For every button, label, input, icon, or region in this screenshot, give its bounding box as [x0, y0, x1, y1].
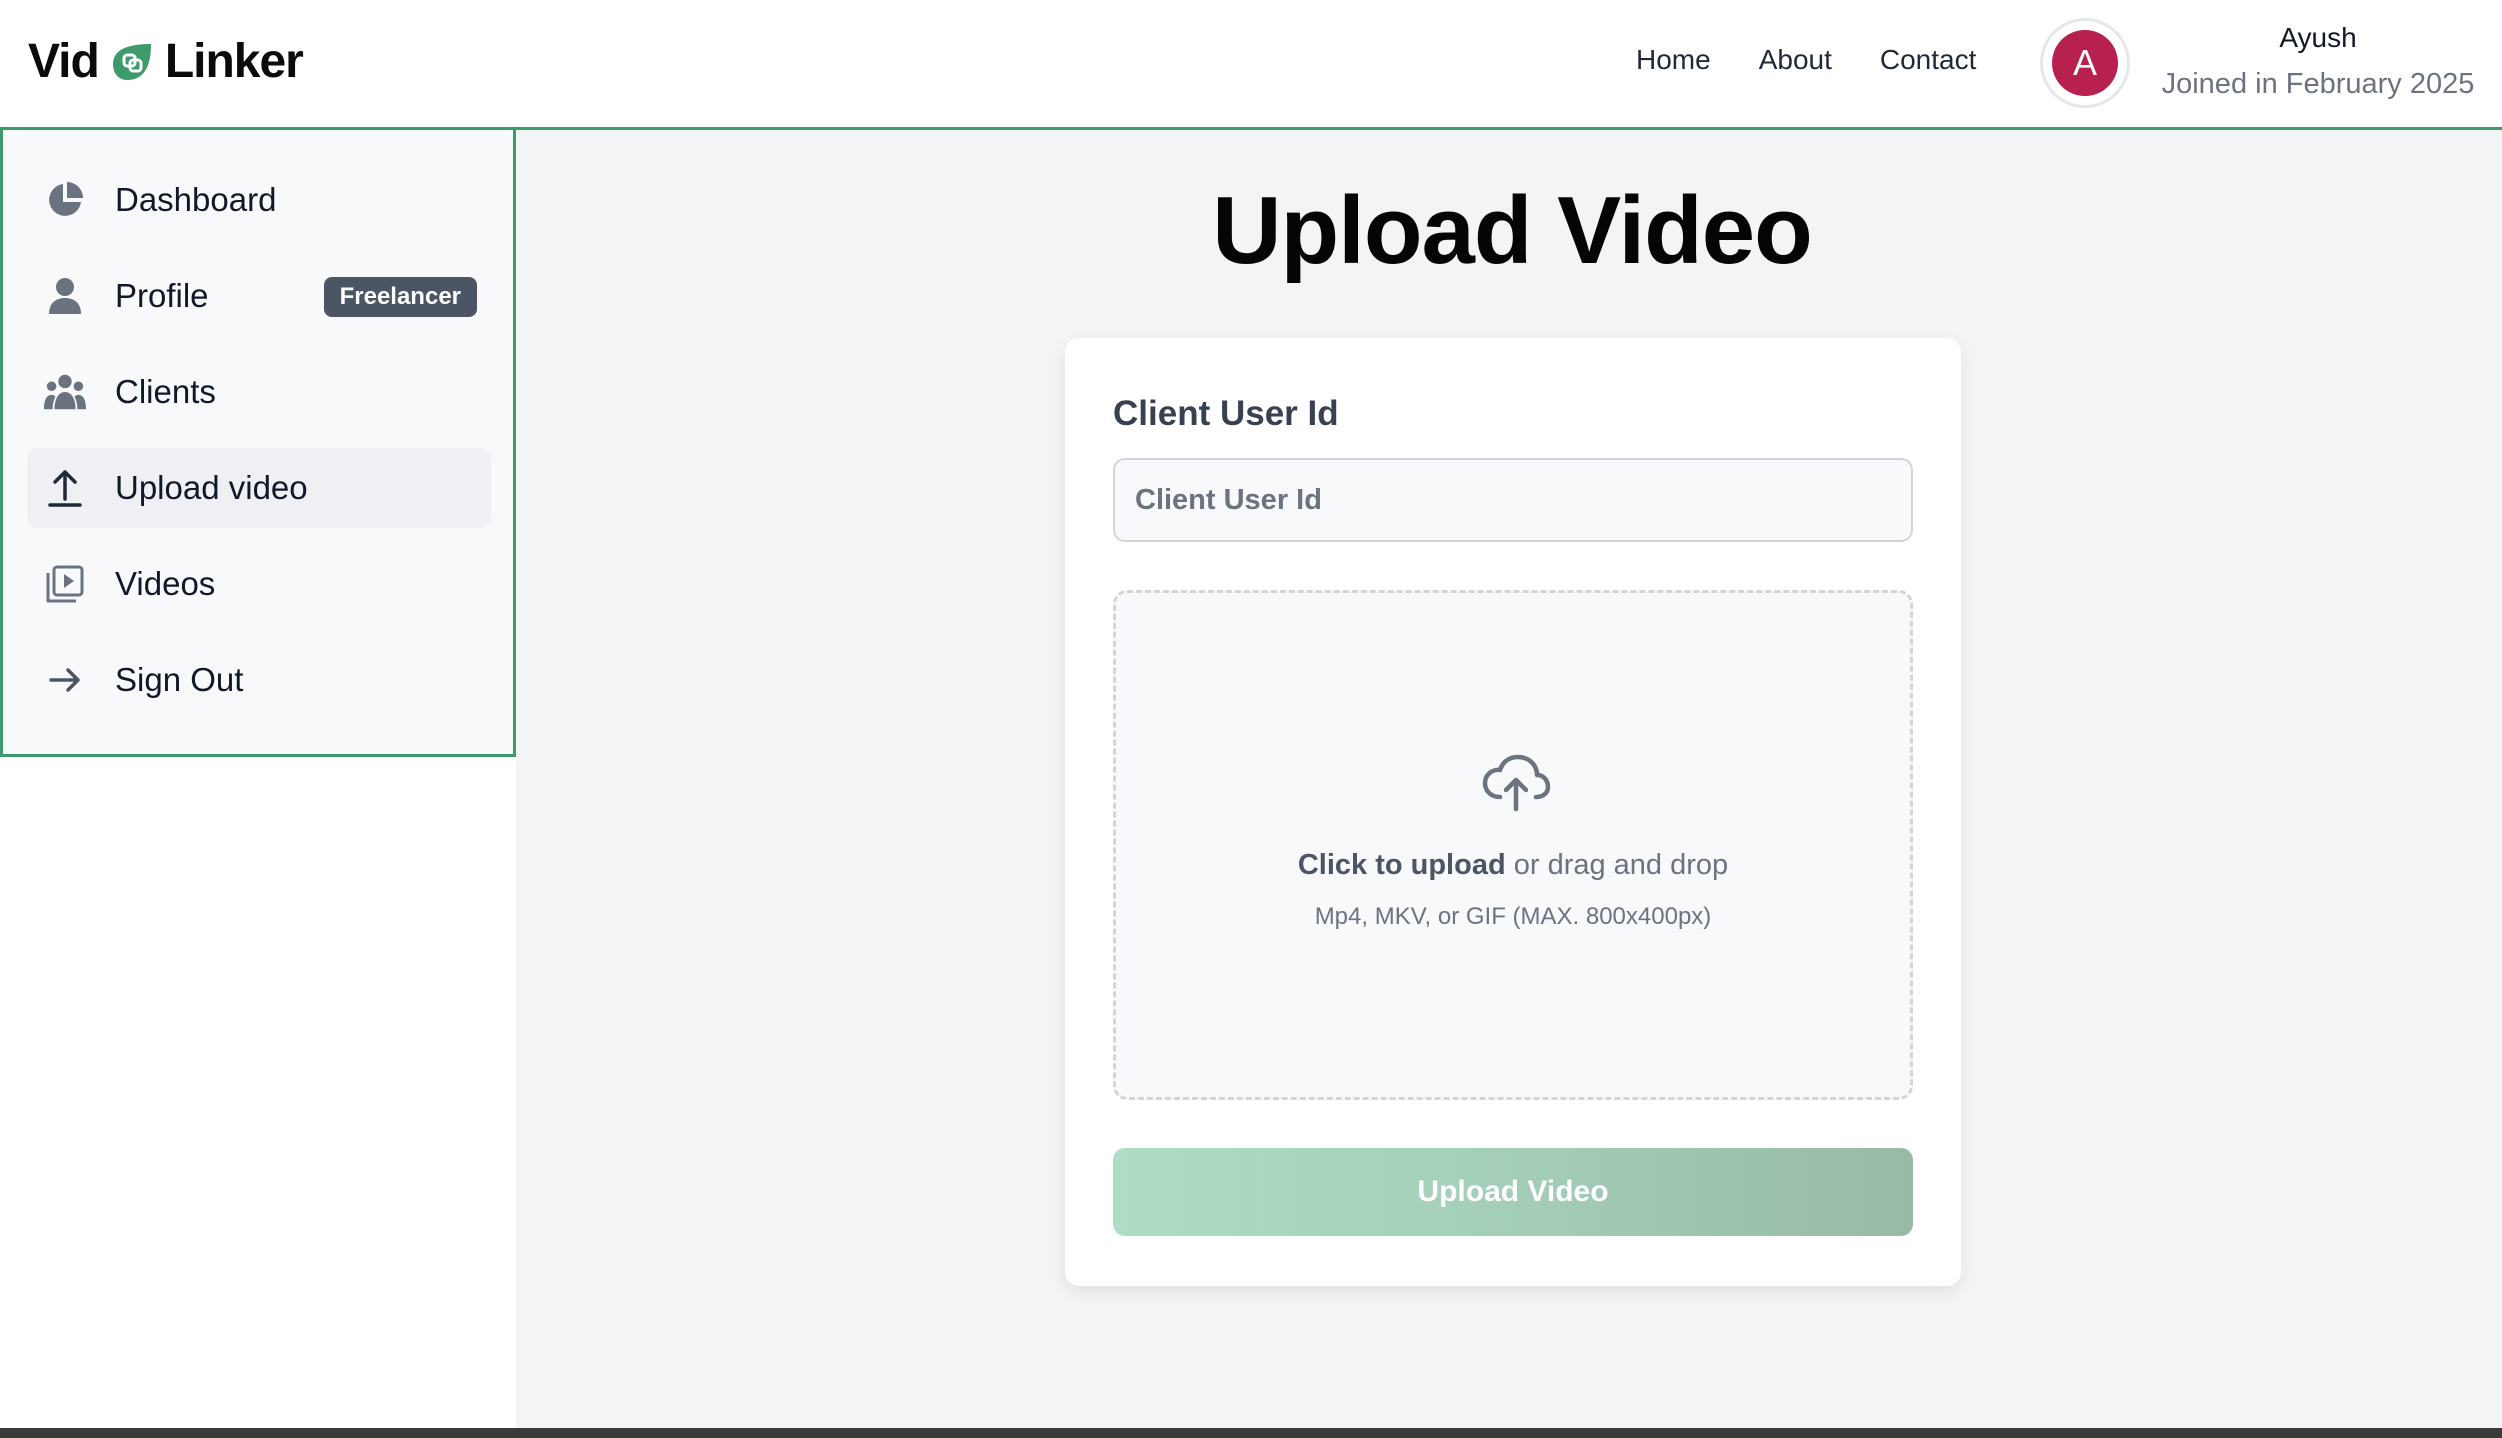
client-user-id-input[interactable] — [1113, 458, 1913, 542]
sidebar-item-label: Profile — [115, 277, 209, 314]
user-icon — [43, 274, 87, 318]
logo-text-left: Vid — [28, 35, 100, 88]
dropzone-instructions: Click to upload or drag and drop — [1116, 849, 1910, 882]
sidebar-item-videos[interactable]: Videos — [27, 544, 491, 624]
video-library-icon — [43, 562, 87, 606]
role-badge: Freelancer — [323, 277, 477, 317]
nav-home-link[interactable]: Home — [1636, 44, 1711, 76]
top-nav: Home About Contact — [1636, 44, 1976, 76]
cloud-upload-icon — [1482, 754, 1551, 812]
sidebar-item-label: Sign Out — [115, 661, 244, 698]
upload-icon — [43, 466, 87, 510]
logo-text-right: Linker — [164, 35, 304, 88]
client-user-id-label: Client User Id — [1113, 394, 1339, 433]
leaf-link-icon — [112, 43, 151, 80]
sidebar-item-sign-out[interactable]: Sign Out — [27, 640, 491, 720]
top-header: Vid Linker Home About Contact A Ayush Jo… — [0, 0, 2502, 130]
app-window: Vid Linker Home About Contact A Ayush Jo… — [0, 0, 2502, 1438]
users-icon — [43, 370, 87, 414]
sidebar-item-label: Dashboard — [115, 181, 277, 218]
logo[interactable]: Vid Linker — [28, 34, 304, 89]
upload-video-button[interactable]: Upload Video — [1113, 1148, 1913, 1236]
sidebar-item-upload-video[interactable]: Upload video — [27, 448, 491, 528]
nav-about-link[interactable]: About — [1759, 44, 1832, 76]
sidebar-item-clients[interactable]: Clients — [27, 352, 491, 432]
dropzone-file-hint: Mp4, MKV, or GIF (MAX. 800x400px) — [1314, 903, 1712, 930]
dropzone-instructions-strong: Click to upload — [1297, 849, 1506, 881]
file-dropzone[interactable]: Click to upload or drag and drop Mp4, MK… — [1113, 590, 1913, 1100]
sidebar-item-label: Upload video — [115, 469, 308, 506]
sidebar-item-label: Videos — [115, 565, 216, 602]
avatar-button[interactable]: A — [2040, 18, 2130, 108]
pie-chart-icon — [43, 178, 87, 222]
window-bottom-edge — [0, 1428, 2502, 1438]
sidebar-item-profile[interactable]: Profile Freelancer — [27, 256, 491, 336]
sidebar-item-dashboard[interactable]: Dashboard — [27, 160, 491, 240]
main-content: Upload Video Client User Id Click to upl… — [516, 130, 2502, 1428]
arrow-right-icon — [43, 658, 87, 702]
avatar: A — [2052, 30, 2118, 96]
upload-form-card: Client User Id Click to upload or drag a… — [1065, 338, 1961, 1286]
page-title: Upload Video — [1212, 177, 1813, 284]
sidebar-item-label: Clients — [115, 373, 216, 410]
user-joined-date: Joined in February 2025 — [2161, 68, 2475, 100]
user-name: Ayush — [2279, 22, 2357, 53]
sidebar: Dashboard Profile Freelancer Clients Upl… — [0, 130, 516, 757]
nav-contact-link[interactable]: Contact — [1880, 44, 1977, 76]
dropzone-instructions-rest: or drag and drop — [1505, 849, 1729, 881]
